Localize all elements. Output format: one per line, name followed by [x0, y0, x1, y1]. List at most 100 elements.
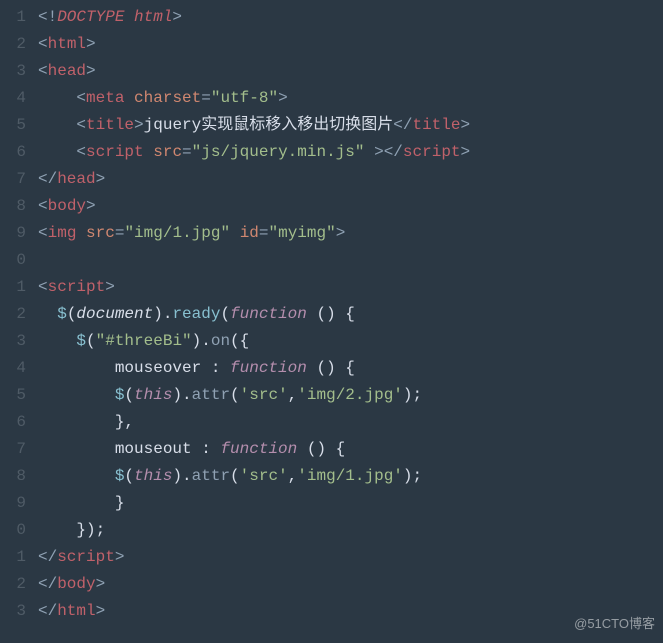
code-token: >	[278, 89, 288, 107]
code-token: "utf-8"	[211, 89, 278, 107]
code-line: </body>	[38, 571, 663, 598]
code-token: src	[86, 224, 115, 242]
line-number: 9	[0, 220, 26, 247]
code-token: <	[38, 35, 48, 53]
code-token: </	[393, 116, 412, 134]
code-token: charset	[134, 89, 201, 107]
code-line	[38, 247, 663, 274]
code-token: html	[48, 35, 86, 53]
code-token: "myimg"	[269, 224, 336, 242]
code-token: >	[86, 62, 96, 80]
code-token: html	[57, 602, 95, 620]
code-line: <body>	[38, 193, 663, 220]
code-token: :	[201, 359, 230, 377]
code-token	[124, 89, 134, 107]
code-token: $	[76, 332, 86, 350]
code-line: </html>	[38, 598, 663, 625]
code-line: $("#threeBi").on({	[38, 328, 663, 355]
code-line: }	[38, 490, 663, 517]
code-line: },	[38, 409, 663, 436]
code-token: (	[67, 305, 77, 323]
code-token	[38, 116, 76, 134]
code-token	[38, 143, 76, 161]
line-number: 6	[0, 139, 26, 166]
code-token: );	[403, 467, 422, 485]
code-token: =	[259, 224, 269, 242]
code-token: $	[115, 467, 125, 485]
code-line: $(this).attr('src','img/1.jpg');	[38, 463, 663, 490]
line-number: 4	[0, 85, 26, 112]
code-token: DOCTYPE html	[57, 8, 172, 26]
code-token: >	[86, 197, 96, 215]
code-token: >	[461, 143, 471, 161]
code-token: >	[336, 224, 346, 242]
code-token: <	[76, 143, 86, 161]
code-token: mouseout	[115, 440, 192, 458]
line-number: 3	[0, 598, 26, 625]
code-token: 'img/1.jpg'	[297, 467, 403, 485]
code-token: </	[38, 548, 57, 566]
watermark: @51CTO博客	[574, 610, 655, 637]
code-line: <head>	[38, 58, 663, 85]
line-number: 9	[0, 490, 26, 517]
code-token: $	[57, 305, 67, 323]
code-area: <!DOCTYPE html><html><head> <meta charse…	[38, 4, 663, 625]
code-token: "img/1.jpg"	[124, 224, 230, 242]
code-token: </	[38, 170, 57, 188]
code-line: <!DOCTYPE html>	[38, 4, 663, 31]
code-token: () {	[297, 440, 345, 458]
code-token: id	[240, 224, 259, 242]
line-number: 2	[0, 571, 26, 598]
code-token: },	[38, 413, 134, 431]
code-token: head	[57, 170, 95, 188]
code-token: <	[38, 278, 48, 296]
code-token: </	[38, 575, 57, 593]
line-number: 1	[0, 4, 26, 31]
code-token	[38, 305, 57, 323]
code-line: <html>	[38, 31, 663, 58]
code-token: >	[86, 35, 96, 53]
code-token: ).	[172, 467, 191, 485]
code-line: $(this).attr('src','img/2.jpg');	[38, 382, 663, 409]
code-token: title	[412, 116, 460, 134]
code-token: ).	[192, 332, 211, 350]
code-token: ({	[230, 332, 249, 350]
code-token: 'src'	[240, 467, 288, 485]
code-token: jquery实现鼠标移入移出切换图片	[144, 116, 394, 134]
code-token: ,	[288, 467, 298, 485]
code-token: function	[230, 305, 307, 323]
code-token: mouseover	[115, 359, 201, 377]
code-editor: 12345678901234567890123 <!DOCTYPE html><…	[0, 0, 663, 625]
line-number: 1	[0, 274, 26, 301]
code-token: >	[96, 602, 106, 620]
line-number: 0	[0, 517, 26, 544]
code-token: >	[96, 575, 106, 593]
code-token: attr	[192, 386, 230, 404]
code-token: script	[48, 278, 106, 296]
code-token: ).	[172, 386, 191, 404]
code-token: <	[76, 89, 86, 107]
code-token: head	[48, 62, 86, 80]
code-token: );	[403, 386, 422, 404]
code-token: img	[48, 224, 77, 242]
code-line: </head>	[38, 166, 663, 193]
line-number: 5	[0, 112, 26, 139]
code-token	[38, 359, 115, 377]
line-number: 6	[0, 409, 26, 436]
code-token: (	[86, 332, 96, 350]
code-token: =	[182, 143, 192, 161]
code-line: <script src="js/jquery.min.js" ></script…	[38, 139, 663, 166]
code-token: (	[220, 305, 230, 323]
code-token: >	[115, 548, 125, 566]
code-token: on	[211, 332, 230, 350]
code-line: mouseover : function () {	[38, 355, 663, 382]
code-token	[38, 440, 115, 458]
code-token	[364, 143, 374, 161]
code-token	[230, 224, 240, 242]
code-token: body	[57, 575, 95, 593]
code-token: script	[57, 548, 115, 566]
code-token: script	[403, 143, 461, 161]
code-token: $	[115, 386, 125, 404]
line-number: 3	[0, 58, 26, 85]
code-token: <	[38, 224, 48, 242]
